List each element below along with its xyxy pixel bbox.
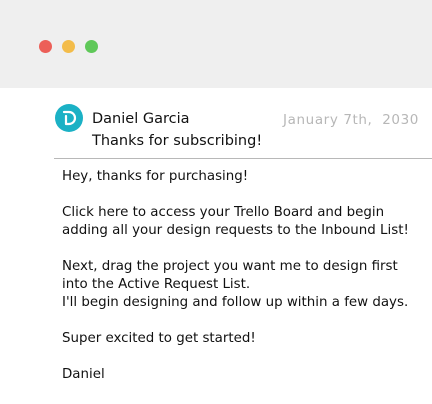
email-line: Next, drag the project you want me to de… (62, 259, 398, 274)
email-line: into the Active Request List. (62, 277, 251, 292)
email-greeting: Hey, thanks for purchasing! (62, 169, 249, 184)
email-line: I'll begin designing and follow up withi… (62, 295, 409, 310)
sender-name: Daniel Garcia (92, 111, 190, 127)
email-signature: Daniel (62, 367, 105, 382)
d-logo-icon (62, 110, 77, 126)
email-subject: Thanks for subscribing! (92, 133, 263, 149)
email-paragraph: Click here to access your Trello Board a… (62, 204, 428, 240)
email-body: Hey, thanks for purchasing! Click here t… (62, 168, 428, 402)
email-closing: Super excited to get started! (62, 331, 256, 346)
avatar (55, 104, 83, 132)
minimize-window-button[interactable] (62, 40, 75, 53)
window-titlebar (0, 0, 432, 88)
header-divider (54, 158, 432, 159)
email-line: adding all your design requests to the I… (62, 223, 409, 238)
email-paragraph: Next, drag the project you want me to de… (62, 258, 428, 312)
email-header: Daniel Garcia Thanks for subscribing! Ja… (0, 88, 432, 158)
email-date: January 7th, 2030 (283, 112, 419, 128)
maximize-window-button[interactable] (85, 40, 98, 53)
email-window: Daniel Garcia Thanks for subscribing! Ja… (0, 0, 432, 404)
close-window-button[interactable] (39, 40, 52, 53)
email-line: Click here to access your Trello Board a… (62, 205, 385, 220)
